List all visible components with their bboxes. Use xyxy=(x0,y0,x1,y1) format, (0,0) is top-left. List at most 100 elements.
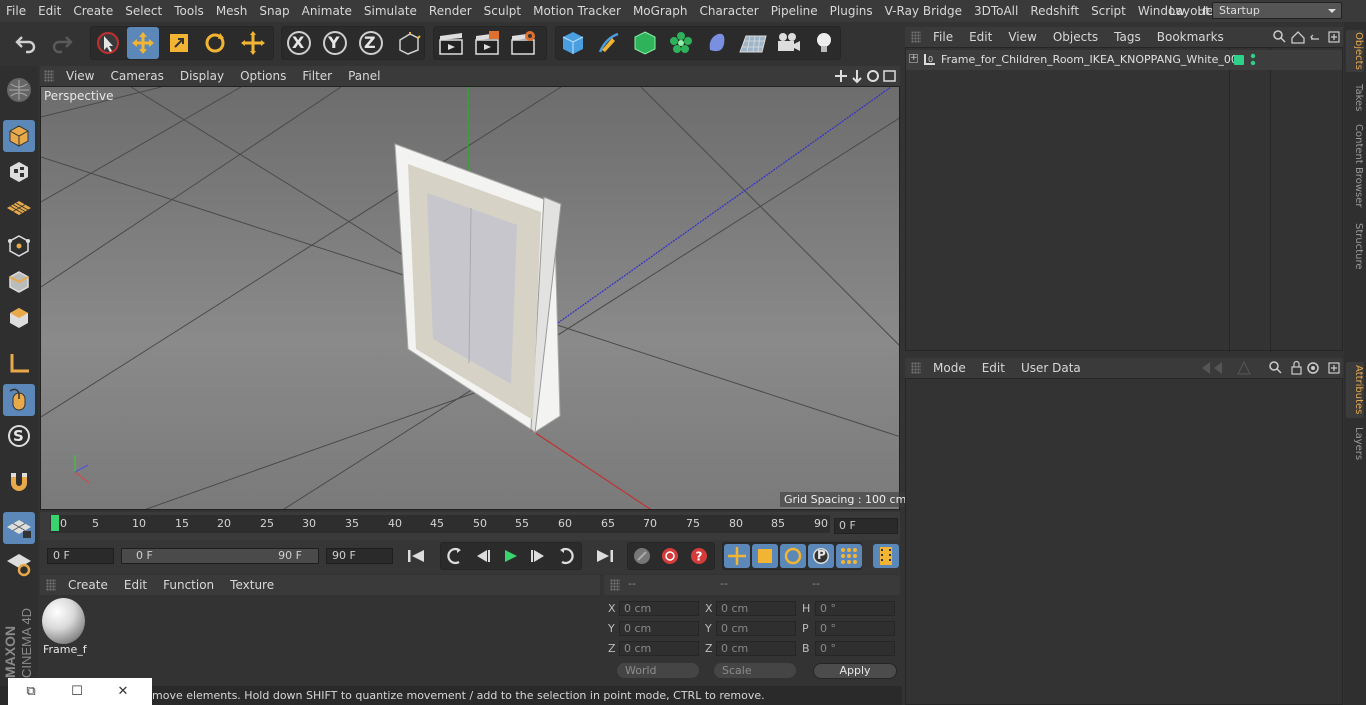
light-button[interactable] xyxy=(808,27,840,59)
autokey-button[interactable]: ? xyxy=(686,544,712,568)
menu-vray-bridge[interactable]: V-Ray Bridge xyxy=(879,0,968,22)
menu-motion-tracker[interactable]: Motion Tracker xyxy=(527,0,627,22)
object-manager-tools[interactable] xyxy=(1272,29,1342,45)
camera-button[interactable] xyxy=(772,27,804,59)
viewport-menu-options[interactable]: Options xyxy=(232,69,294,83)
record-active-objects-button[interactable] xyxy=(657,544,683,568)
viewport-menu-panel[interactable]: Panel xyxy=(340,69,388,83)
object-menu-objects[interactable]: Objects xyxy=(1045,30,1106,44)
material-menu-create[interactable]: Create xyxy=(60,578,116,592)
y-axis-lock-button[interactable]: Y xyxy=(319,27,351,59)
solo-button[interactable]: S xyxy=(3,420,35,452)
size-z-field[interactable]: 0 cm xyxy=(716,641,796,656)
cube-button[interactable] xyxy=(557,27,589,59)
3d-viewport[interactable] xyxy=(40,86,900,510)
tab-structure[interactable]: Structure xyxy=(1346,220,1364,272)
end-frame-field[interactable]: 90 F xyxy=(326,548,393,564)
viewport-menu-filter[interactable]: Filter xyxy=(294,69,340,83)
recent-tool-button[interactable] xyxy=(237,27,269,59)
play-button[interactable] xyxy=(497,544,523,568)
menu-select[interactable]: Select xyxy=(119,0,168,22)
redo-button[interactable] xyxy=(46,27,78,59)
polygon-mode-button[interactable] xyxy=(3,302,35,334)
coordinate-space-dropdown[interactable]: World xyxy=(617,663,699,678)
pen-spline-button[interactable] xyxy=(593,27,625,59)
make-editable-button[interactable] xyxy=(3,74,35,106)
axis-mode-button[interactable] xyxy=(3,348,35,380)
subdivision-surface-button[interactable] xyxy=(629,27,661,59)
render-settings-button[interactable] xyxy=(507,27,539,59)
attribute-manager-tools[interactable] xyxy=(1200,360,1342,376)
next-frame-button[interactable] xyxy=(525,544,551,568)
position-x-field[interactable]: 0 cm xyxy=(619,601,699,616)
z-axis-lock-button[interactable]: Z xyxy=(355,27,387,59)
rotate-tool-button[interactable] xyxy=(199,27,231,59)
size-mode-dropdown[interactable]: Scale xyxy=(714,663,796,678)
menu-mograph[interactable]: MoGraph xyxy=(627,0,694,22)
deformer-button[interactable] xyxy=(701,27,733,59)
key-position-button[interactable] xyxy=(724,544,750,568)
workplane-snap-button[interactable] xyxy=(3,548,35,580)
goto-start-button[interactable] xyxy=(403,544,429,568)
menu-mesh[interactable]: Mesh xyxy=(210,0,254,22)
object-name[interactable]: Frame_for_Children_Room_IKEA_KNOPPANG_Wh… xyxy=(941,53,1245,66)
material-menu-texture[interactable]: Texture xyxy=(222,578,282,592)
layer-color-icon[interactable] xyxy=(1234,55,1244,65)
visibility-dots-icon[interactable] xyxy=(1250,53,1256,67)
attribute-menu-edit[interactable]: Edit xyxy=(974,361,1013,375)
tab-attributes[interactable]: Attributes xyxy=(1346,362,1364,418)
record-disabled-button[interactable] xyxy=(629,544,655,568)
object-menu-edit[interactable]: Edit xyxy=(961,30,1000,44)
position-z-field[interactable]: 0 cm xyxy=(619,641,699,656)
attribute-menu-mode[interactable]: Mode xyxy=(925,361,974,375)
material-preview-thumbnail[interactable] xyxy=(42,598,85,644)
object-menu-tags[interactable]: Tags xyxy=(1106,30,1149,44)
tweak-mode-button[interactable] xyxy=(3,384,35,416)
restore-window-icon[interactable]: ⧉ xyxy=(8,684,54,699)
edge-mode-button[interactable] xyxy=(3,266,35,298)
position-y-field[interactable]: 0 cm xyxy=(619,621,699,636)
x-axis-lock-button[interactable]: X xyxy=(283,27,315,59)
render-to-picture-viewer-button[interactable] xyxy=(471,27,503,59)
frame-range-slider[interactable]: 0 F 90 F xyxy=(121,548,319,564)
object-menu-view[interactable]: View xyxy=(1000,30,1044,44)
close-window-icon[interactable]: ✕ xyxy=(100,684,146,699)
coordinate-system-button[interactable] xyxy=(393,27,425,59)
menu-create[interactable]: Create xyxy=(67,0,119,22)
tab-content-browser[interactable]: Content Browser xyxy=(1346,122,1364,210)
workplane-mode-button[interactable] xyxy=(3,192,35,224)
material-menu-edit[interactable]: Edit xyxy=(116,578,155,592)
key-parameter-button[interactable]: P xyxy=(808,544,834,568)
snap-button[interactable] xyxy=(3,466,35,498)
floor-button[interactable] xyxy=(737,27,769,59)
rotation-p-field[interactable]: 0 ° xyxy=(815,621,895,636)
key-scale-button[interactable] xyxy=(752,544,778,568)
next-key-button[interactable] xyxy=(553,544,579,568)
point-mode-button[interactable] xyxy=(3,230,35,262)
menu-render[interactable]: Render xyxy=(423,0,478,22)
rotation-h-field[interactable]: 0 ° xyxy=(815,601,895,616)
scale-tool-button[interactable] xyxy=(163,27,195,59)
material-name[interactable]: Frame_f xyxy=(43,643,87,656)
move-tool-button[interactable] xyxy=(127,27,159,59)
menu-character[interactable]: Character xyxy=(693,0,764,22)
previous-frame-button[interactable] xyxy=(470,544,496,568)
expand-toggle-icon[interactable]: + xyxy=(909,54,918,63)
viewport-nav-icons[interactable] xyxy=(834,68,898,84)
material-menu-function[interactable]: Function xyxy=(155,578,222,592)
key-rotation-button[interactable] xyxy=(780,544,806,568)
menu-redshift[interactable]: Redshift xyxy=(1024,0,1085,22)
menu-simulate[interactable]: Simulate xyxy=(358,0,423,22)
workplane-lock-button[interactable] xyxy=(3,512,35,544)
menu-animate[interactable]: Animate xyxy=(296,0,358,22)
key-pla-button[interactable] xyxy=(836,544,862,568)
model-mode-button[interactable] xyxy=(3,120,35,152)
menu-sculpt[interactable]: Sculpt xyxy=(478,0,527,22)
menu-edit[interactable]: Edit xyxy=(32,0,67,22)
object-menu-file[interactable]: File xyxy=(925,30,961,44)
apply-button[interactable]: Apply xyxy=(813,663,897,679)
object-menu-bookmarks[interactable]: Bookmarks xyxy=(1149,30,1232,44)
rotation-b-field[interactable]: 0 ° xyxy=(815,641,895,656)
menu-snap[interactable]: Snap xyxy=(253,0,295,22)
texture-mode-button[interactable] xyxy=(3,156,35,188)
